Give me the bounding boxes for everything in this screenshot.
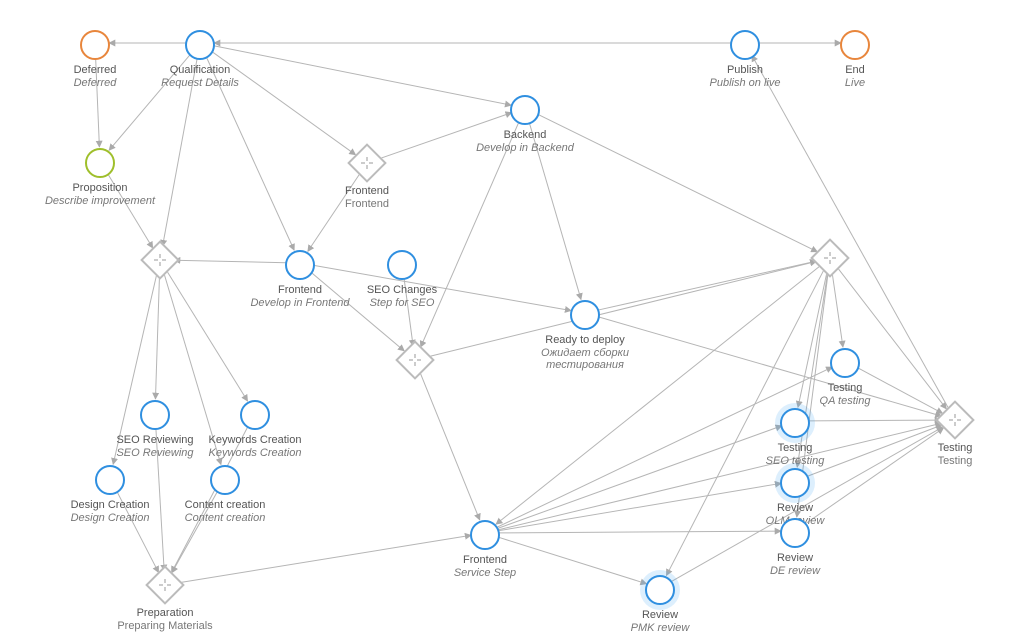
node-subtitle: Keywords Creation bbox=[175, 447, 335, 459]
node-circle-icon bbox=[285, 250, 315, 280]
node-subtitle: Content creation bbox=[145, 512, 305, 524]
node-title: Testing bbox=[715, 442, 875, 454]
node-circle-icon bbox=[730, 30, 760, 60]
edge bbox=[832, 272, 843, 347]
node-circle-icon bbox=[780, 408, 810, 438]
node-title: Ready to deploy bbox=[505, 334, 665, 346]
edge bbox=[420, 373, 479, 520]
node-backend[interactable]: BackendDevelop in Backend bbox=[445, 95, 605, 154]
gateway-gw_left[interactable] bbox=[140, 240, 180, 280]
node-subtitle: QA testing bbox=[765, 395, 925, 407]
node-subtitle: Develop in Backend bbox=[445, 142, 605, 154]
node-circle-icon bbox=[240, 400, 270, 430]
node-title: Frontend bbox=[405, 554, 565, 566]
node-subtitle: SEO testing bbox=[715, 455, 875, 467]
node-title: Keywords Creation bbox=[175, 434, 335, 446]
node-circle-icon bbox=[210, 465, 240, 495]
gateway-gw_frontend1[interactable] bbox=[347, 143, 387, 183]
node-title: Qualification bbox=[120, 64, 280, 76]
edge bbox=[155, 274, 159, 399]
node-title: SEO Changes bbox=[322, 284, 482, 296]
gateway-gw_right[interactable] bbox=[810, 238, 850, 278]
node-review_de[interactable]: ReviewDE review bbox=[715, 518, 875, 577]
node-qualification[interactable]: QualificationRequest Details bbox=[120, 30, 280, 89]
node-title: Review bbox=[715, 552, 875, 564]
node-title: Content creation bbox=[145, 499, 305, 511]
gateway-gw_testing[interactable] bbox=[935, 400, 975, 440]
node-circle-icon bbox=[140, 400, 170, 430]
workflow-diagram: { "nodes": { "deferred": {"title":"Defer… bbox=[0, 0, 1024, 640]
gateway-subtitle: Testing bbox=[875, 455, 1024, 467]
node-end[interactable]: EndLive bbox=[775, 30, 935, 89]
node-subtitle: Ожидает сборки тестирования bbox=[505, 347, 665, 371]
node-circle-icon bbox=[80, 30, 110, 60]
node-circle-icon bbox=[830, 348, 860, 378]
node-content[interactable]: Content creationContent creation bbox=[145, 465, 305, 524]
gateway-title: Testing bbox=[875, 442, 1024, 454]
node-circle-icon bbox=[510, 95, 540, 125]
node-circle-icon bbox=[387, 250, 417, 280]
gateway-subtitle: Frontend bbox=[287, 198, 447, 210]
node-circle-icon bbox=[780, 518, 810, 548]
node-circle-icon bbox=[780, 468, 810, 498]
gateway-gw_mid[interactable] bbox=[395, 340, 435, 380]
node-subtitle: Service Step bbox=[405, 567, 565, 579]
node-review_pmk[interactable]: ReviewPMK review bbox=[580, 575, 740, 634]
gateway-gw_prep[interactable] bbox=[145, 565, 185, 605]
gateway-title: Frontend bbox=[287, 185, 447, 197]
node-seo_changes[interactable]: SEO ChangesStep for SEO bbox=[322, 250, 482, 309]
node-proposition[interactable]: PropositionDescribe improvement bbox=[20, 148, 180, 207]
node-subtitle: Live bbox=[775, 77, 935, 89]
node-title: End bbox=[775, 64, 935, 76]
node-subtitle: Step for SEO bbox=[322, 297, 482, 309]
node-ready_deploy[interactable]: Ready to deployОжидает сборки тестирован… bbox=[505, 300, 665, 371]
node-circle-icon bbox=[840, 30, 870, 60]
node-testing_qa[interactable]: TestingQA testing bbox=[765, 348, 925, 407]
gateway-label-gw_prep: PreparationPreparing Materials bbox=[85, 603, 245, 632]
node-subtitle: Request Details bbox=[120, 77, 280, 89]
node-title: Proposition bbox=[20, 182, 180, 194]
node-frontend_svc[interactable]: FrontendService Step bbox=[405, 520, 565, 579]
gateway-label-gw_frontend1: FrontendFrontend bbox=[287, 181, 447, 210]
node-title: Testing bbox=[765, 382, 925, 394]
node-testing_seo[interactable]: TestingSEO testing bbox=[715, 408, 875, 467]
node-keywords[interactable]: Keywords CreationKeywords Creation bbox=[175, 400, 335, 459]
node-subtitle: PMK review bbox=[580, 622, 740, 634]
node-circle-icon bbox=[85, 148, 115, 178]
node-title: Backend bbox=[445, 129, 605, 141]
node-circle-icon bbox=[645, 575, 675, 605]
gateway-title: Preparation bbox=[85, 607, 245, 619]
node-circle-icon bbox=[95, 465, 125, 495]
node-circle-icon bbox=[185, 30, 215, 60]
node-circle-icon bbox=[470, 520, 500, 550]
node-circle-icon bbox=[570, 300, 600, 330]
gateway-subtitle: Preparing Materials bbox=[85, 620, 245, 632]
gateway-label-gw_testing: TestingTesting bbox=[875, 438, 1024, 467]
node-subtitle: Describe improvement bbox=[20, 195, 180, 207]
node-title: Review bbox=[580, 609, 740, 621]
node-title: Review bbox=[715, 502, 875, 514]
